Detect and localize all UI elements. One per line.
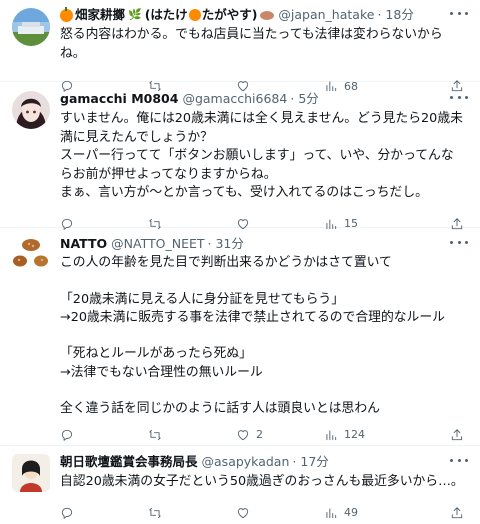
display-name-suffix[interactable]: (はたけ — [145, 6, 188, 24]
display-name[interactable]: 朝日歌壇鑑賞会事務局長 — [60, 453, 198, 471]
more-icon[interactable] — [450, 237, 468, 247]
reply-button[interactable] — [60, 506, 148, 520]
views-icon — [326, 507, 337, 518]
separator: · — [292, 454, 297, 469]
like-button[interactable] — [236, 506, 324, 520]
reply-icon — [61, 429, 73, 441]
display-name[interactable]: 畑家耕擲 — [75, 6, 125, 24]
avatar[interactable] — [12, 454, 50, 492]
action-bar: 2 124 — [60, 425, 464, 445]
display-name-suffix-2[interactable]: たがやす) — [202, 6, 258, 24]
views-count: 49 — [344, 506, 358, 519]
tweet[interactable]: NATTO @NATTO_NEET · 31分 この人の年齢を見た目で判断出来る… — [0, 228, 480, 446]
more-icon[interactable] — [450, 455, 468, 465]
views-count: 124 — [344, 428, 365, 442]
tweet-text: 自認20歳未満の女子だという50歳過ぎのおっさんも最近多いから…。 — [60, 474, 464, 489]
tweet-text: この人の年齢を見た目で判断出来るかどうかはさて置いて 「20歳未満に見える人に身… — [60, 255, 445, 417]
retweet-icon — [149, 507, 161, 518]
heart-icon — [237, 507, 249, 518]
views-icon — [326, 430, 337, 440]
separator: · — [290, 91, 295, 106]
views-button[interactable]: 124 — [324, 428, 412, 442]
handle[interactable]: @gamacchi6684 — [182, 90, 287, 108]
share-icon — [451, 506, 463, 518]
views-button[interactable]: 49 — [324, 506, 412, 520]
retweet-button[interactable] — [148, 506, 236, 520]
tweet[interactable]: gamacchi M0804 @gamacchi6684 · 5分 すいません。… — [0, 82, 480, 230]
timestamp[interactable]: 5分 — [298, 90, 318, 108]
avatar[interactable] — [12, 8, 50, 46]
share-button[interactable] — [450, 506, 464, 520]
potato-icon — [260, 10, 275, 20]
pumpkin-icon — [60, 6, 73, 22]
timeline: 畑家耕擲 🌿 (はたけ たがやす) @japan_hatake · 18分 怒る… — [0, 0, 480, 524]
tweet-header: NATTO @NATTO_NEET · 31分 — [60, 228, 464, 253]
timestamp[interactable]: 17分 — [300, 453, 328, 471]
reply-icon — [61, 507, 73, 519]
action-bar: 49 — [60, 503, 464, 523]
separator: · — [377, 7, 382, 22]
orange-circle-icon — [188, 9, 201, 21]
more-icon[interactable] — [450, 8, 468, 18]
retweet-icon — [149, 429, 161, 440]
tweet-text: すいません。俺には20歳未満には全く見えません。どう見たら20歳未満に見えたんで… — [60, 111, 463, 200]
tweet-text: 怒る内容はわかる。でもね店員に当たっても法律は変わらないからね。 — [60, 27, 443, 61]
like-button[interactable]: 2 — [236, 428, 324, 442]
timestamp[interactable]: 18分 — [385, 6, 413, 24]
timestamp[interactable]: 31分 — [215, 235, 243, 253]
avatar[interactable] — [12, 236, 50, 274]
reply-button[interactable] — [60, 428, 148, 442]
share-icon — [451, 428, 463, 440]
share-button[interactable] — [450, 428, 464, 442]
tweet-header: gamacchi M0804 @gamacchi6684 · 5分 — [60, 82, 464, 108]
sprout-icon: 🌿 — [128, 8, 142, 21]
separator: · — [207, 236, 212, 251]
more-icon[interactable] — [450, 92, 468, 102]
handle[interactable]: @asapykadan — [202, 453, 290, 471]
tweet-header: 畑家耕擲 🌿 (はたけ たがやす) @japan_hatake · 18分 — [60, 0, 464, 24]
display-name[interactable]: gamacchi M0804 — [60, 90, 178, 108]
heart-icon — [237, 429, 249, 440]
display-name[interactable]: NATTO — [60, 235, 107, 253]
tweet[interactable]: 畑家耕擲 🌿 (はたけ たがやす) @japan_hatake · 18分 怒る… — [0, 0, 480, 93]
tweet[interactable]: 朝日歌壇鑑賞会事務局長 @asapykadan · 17分 自認20歳未満の女子… — [0, 446, 480, 524]
tweet-header: 朝日歌壇鑑賞会事務局長 @asapykadan · 17分 — [60, 446, 464, 471]
retweet-button[interactable] — [148, 428, 236, 442]
like-count: 2 — [256, 428, 263, 442]
handle[interactable]: @japan_hatake — [278, 6, 374, 24]
handle[interactable]: @NATTO_NEET — [111, 235, 204, 253]
avatar[interactable] — [12, 91, 50, 129]
